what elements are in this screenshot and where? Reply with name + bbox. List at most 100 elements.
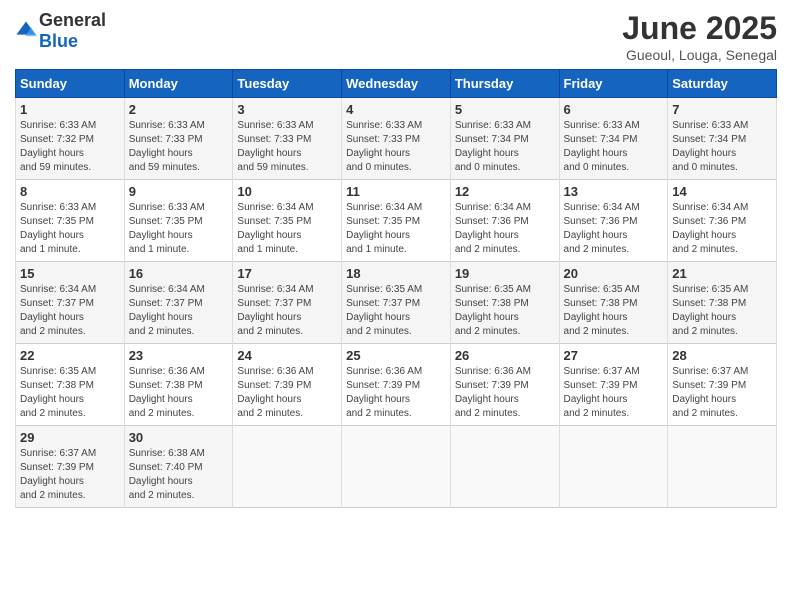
day-info-14: Sunrise: 6:34 AM Sunset: 7:36 PM Dayligh…	[672, 201, 772, 257]
day-info-15: Sunrise: 6:34 AM Sunset: 7:37 PM Dayligh…	[20, 283, 120, 339]
day-cell-23: 23 Sunrise: 6:36 AM Sunset: 7:38 PM Dayl…	[124, 344, 233, 426]
day-info-12: Sunrise: 6:34 AM Sunset: 7:36 PM Dayligh…	[455, 201, 555, 257]
day-info-8: Sunrise: 6:33 AM Sunset: 7:35 PM Dayligh…	[20, 201, 120, 257]
day-num-1: 1	[20, 102, 120, 117]
day-num-7: 7	[672, 102, 772, 117]
day-num-30: 30	[129, 430, 229, 445]
day-num-11: 11	[346, 184, 446, 199]
day-num-16: 16	[129, 266, 229, 281]
day-cell-5: 5 Sunrise: 6:33 AM Sunset: 7:34 PM Dayli…	[450, 98, 559, 180]
day-cell-13: 13 Sunrise: 6:34 AM Sunset: 7:36 PM Dayl…	[559, 180, 668, 262]
calendar-week: 22 Sunrise: 6:35 AM Sunset: 7:38 PM Dayl…	[16, 344, 777, 426]
day-num-27: 27	[564, 348, 664, 363]
header: General Blue June 2025 Gueoul, Louga, Se…	[15, 10, 777, 63]
day-cell-22: 22 Sunrise: 6:35 AM Sunset: 7:38 PM Dayl…	[16, 344, 125, 426]
day-info-28: Sunrise: 6:37 AM Sunset: 7:39 PM Dayligh…	[672, 365, 772, 421]
day-num-18: 18	[346, 266, 446, 281]
day-num-26: 26	[455, 348, 555, 363]
day-info-13: Sunrise: 6:34 AM Sunset: 7:36 PM Dayligh…	[564, 201, 664, 257]
day-info-9: Sunrise: 6:33 AM Sunset: 7:35 PM Dayligh…	[129, 201, 229, 257]
calendar-table: Sunday Monday Tuesday Wednesday Thursday…	[15, 69, 777, 508]
col-tuesday: Tuesday	[233, 70, 342, 98]
col-friday: Friday	[559, 70, 668, 98]
empty-cell	[233, 426, 342, 508]
day-cell-17: 17 Sunrise: 6:34 AM Sunset: 7:37 PM Dayl…	[233, 262, 342, 344]
day-cell-12: 12 Sunrise: 6:34 AM Sunset: 7:36 PM Dayl…	[450, 180, 559, 262]
day-info-17: Sunrise: 6:34 AM Sunset: 7:37 PM Dayligh…	[237, 283, 337, 339]
col-saturday: Saturday	[668, 70, 777, 98]
day-cell-1: 1 Sunrise: 6:33 AM Sunset: 7:32 PM Dayli…	[16, 98, 125, 180]
day-cell-8: 8 Sunrise: 6:33 AM Sunset: 7:35 PM Dayli…	[16, 180, 125, 262]
day-cell-9: 9 Sunrise: 6:33 AM Sunset: 7:35 PM Dayli…	[124, 180, 233, 262]
day-num-20: 20	[564, 266, 664, 281]
day-num-6: 6	[564, 102, 664, 117]
day-info-5: Sunrise: 6:33 AM Sunset: 7:34 PM Dayligh…	[455, 119, 555, 175]
logo: General Blue	[15, 10, 106, 52]
empty-cell	[559, 426, 668, 508]
day-num-25: 25	[346, 348, 446, 363]
logo-icon	[15, 20, 37, 42]
day-cell-16: 16 Sunrise: 6:34 AM Sunset: 7:37 PM Dayl…	[124, 262, 233, 344]
day-num-12: 12	[455, 184, 555, 199]
col-thursday: Thursday	[450, 70, 559, 98]
day-num-4: 4	[346, 102, 446, 117]
empty-cell	[668, 426, 777, 508]
day-num-22: 22	[20, 348, 120, 363]
calendar-week: 15 Sunrise: 6:34 AM Sunset: 7:37 PM Dayl…	[16, 262, 777, 344]
day-info-18: Sunrise: 6:35 AM Sunset: 7:37 PM Dayligh…	[346, 283, 446, 339]
day-info-7: Sunrise: 6:33 AM Sunset: 7:34 PM Dayligh…	[672, 119, 772, 175]
day-num-23: 23	[129, 348, 229, 363]
day-num-5: 5	[455, 102, 555, 117]
day-cell-21: 21 Sunrise: 6:35 AM Sunset: 7:38 PM Dayl…	[668, 262, 777, 344]
day-info-10: Sunrise: 6:34 AM Sunset: 7:35 PM Dayligh…	[237, 201, 337, 257]
day-info-29: Sunrise: 6:37 AM Sunset: 7:39 PM Dayligh…	[20, 447, 120, 503]
day-num-3: 3	[237, 102, 337, 117]
day-num-21: 21	[672, 266, 772, 281]
col-wednesday: Wednesday	[342, 70, 451, 98]
day-info-16: Sunrise: 6:34 AM Sunset: 7:37 PM Dayligh…	[129, 283, 229, 339]
day-info-11: Sunrise: 6:34 AM Sunset: 7:35 PM Dayligh…	[346, 201, 446, 257]
day-cell-18: 18 Sunrise: 6:35 AM Sunset: 7:37 PM Dayl…	[342, 262, 451, 344]
day-cell-15: 15 Sunrise: 6:34 AM Sunset: 7:37 PM Dayl…	[16, 262, 125, 344]
day-cell-11: 11 Sunrise: 6:34 AM Sunset: 7:35 PM Dayl…	[342, 180, 451, 262]
page-container: General Blue June 2025 Gueoul, Louga, Se…	[0, 0, 792, 518]
day-num-17: 17	[237, 266, 337, 281]
day-num-9: 9	[129, 184, 229, 199]
location-title: Gueoul, Louga, Senegal	[622, 47, 777, 63]
day-cell-3: 3 Sunrise: 6:33 AM Sunset: 7:33 PM Dayli…	[233, 98, 342, 180]
calendar-week: 8 Sunrise: 6:33 AM Sunset: 7:35 PM Dayli…	[16, 180, 777, 262]
day-num-10: 10	[237, 184, 337, 199]
day-num-2: 2	[129, 102, 229, 117]
day-num-14: 14	[672, 184, 772, 199]
day-info-23: Sunrise: 6:36 AM Sunset: 7:38 PM Dayligh…	[129, 365, 229, 421]
day-info-3: Sunrise: 6:33 AM Sunset: 7:33 PM Dayligh…	[237, 119, 337, 175]
day-cell-30: 30 Sunrise: 6:38 AM Sunset: 7:40 PM Dayl…	[124, 426, 233, 508]
col-sunday: Sunday	[16, 70, 125, 98]
day-cell-4: 4 Sunrise: 6:33 AM Sunset: 7:33 PM Dayli…	[342, 98, 451, 180]
day-info-27: Sunrise: 6:37 AM Sunset: 7:39 PM Dayligh…	[564, 365, 664, 421]
day-cell-25: 25 Sunrise: 6:36 AM Sunset: 7:39 PM Dayl…	[342, 344, 451, 426]
day-info-30: Sunrise: 6:38 AM Sunset: 7:40 PM Dayligh…	[129, 447, 229, 503]
day-num-28: 28	[672, 348, 772, 363]
title-block: June 2025 Gueoul, Louga, Senegal	[622, 10, 777, 63]
day-info-21: Sunrise: 6:35 AM Sunset: 7:38 PM Dayligh…	[672, 283, 772, 339]
calendar-week: 29 Sunrise: 6:37 AM Sunset: 7:39 PM Dayl…	[16, 426, 777, 508]
day-cell-24: 24 Sunrise: 6:36 AM Sunset: 7:39 PM Dayl…	[233, 344, 342, 426]
day-num-15: 15	[20, 266, 120, 281]
day-info-25: Sunrise: 6:36 AM Sunset: 7:39 PM Dayligh…	[346, 365, 446, 421]
day-cell-2: 2 Sunrise: 6:33 AM Sunset: 7:33 PM Dayli…	[124, 98, 233, 180]
day-cell-14: 14 Sunrise: 6:34 AM Sunset: 7:36 PM Dayl…	[668, 180, 777, 262]
logo-blue: Blue	[39, 31, 78, 51]
day-cell-7: 7 Sunrise: 6:33 AM Sunset: 7:34 PM Dayli…	[668, 98, 777, 180]
calendar-week: 1 Sunrise: 6:33 AM Sunset: 7:32 PM Dayli…	[16, 98, 777, 180]
day-cell-6: 6 Sunrise: 6:33 AM Sunset: 7:34 PM Dayli…	[559, 98, 668, 180]
logo-general: General	[39, 10, 106, 30]
empty-cell	[342, 426, 451, 508]
day-cell-27: 27 Sunrise: 6:37 AM Sunset: 7:39 PM Dayl…	[559, 344, 668, 426]
day-info-1: Sunrise: 6:33 AM Sunset: 7:32 PM Dayligh…	[20, 119, 120, 175]
day-num-8: 8	[20, 184, 120, 199]
day-info-22: Sunrise: 6:35 AM Sunset: 7:38 PM Dayligh…	[20, 365, 120, 421]
day-num-13: 13	[564, 184, 664, 199]
empty-cell	[450, 426, 559, 508]
day-info-24: Sunrise: 6:36 AM Sunset: 7:39 PM Dayligh…	[237, 365, 337, 421]
